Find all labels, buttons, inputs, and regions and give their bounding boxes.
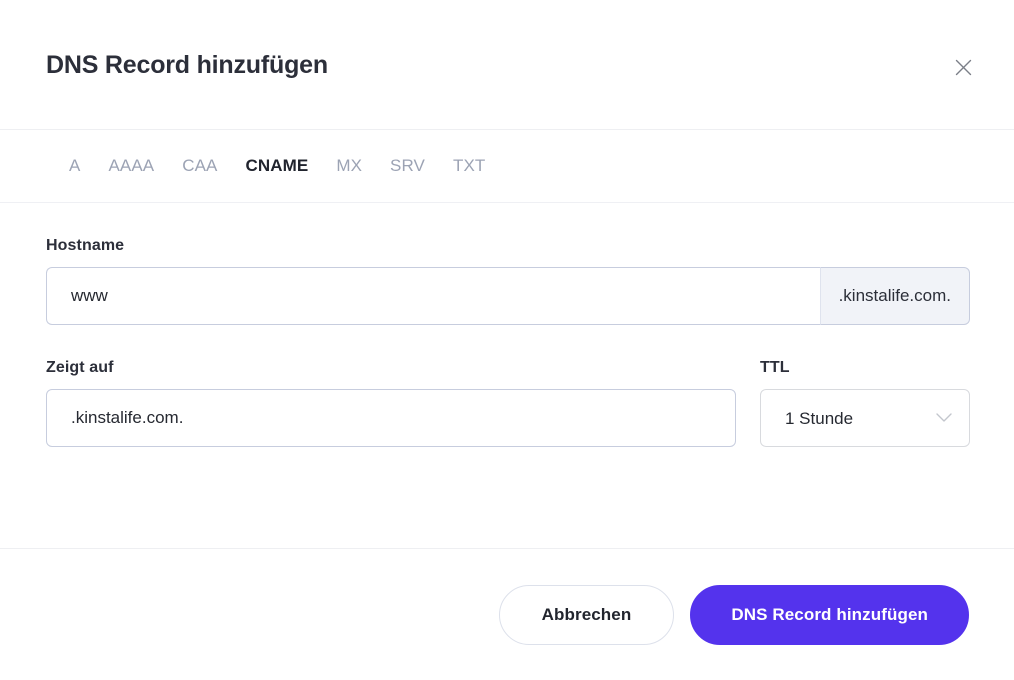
- tab-srv[interactable]: SRV: [376, 150, 439, 182]
- hostname-field-row: Hostname .kinstalife.com.: [46, 237, 968, 325]
- close-icon[interactable]: [948, 52, 978, 82]
- hostname-input[interactable]: [46, 267, 820, 325]
- ttl-label: TTL: [760, 359, 970, 377]
- hostname-input-group: .kinstalife.com.: [46, 267, 970, 325]
- tab-a[interactable]: A: [55, 150, 94, 182]
- dialog-footer: Abbrechen DNS Record hinzufügen: [0, 548, 1014, 680]
- dialog-header: DNS Record hinzufügen: [0, 0, 1014, 130]
- close-icon-glyph: [955, 59, 972, 76]
- page-title: DNS Record hinzufügen: [46, 50, 328, 80]
- dialog-body: Hostname .kinstalife.com. Zeigt auf TTL …: [0, 203, 1014, 548]
- tab-txt[interactable]: TXT: [439, 150, 499, 182]
- add-dns-record-dialog: DNS Record hinzufügen A AAAA CAA CNAME M…: [0, 0, 1014, 680]
- record-type-tabs: A AAAA CAA CNAME MX SRV TXT: [0, 130, 1014, 203]
- ttl-field: TTL 1 Stunde: [760, 359, 970, 447]
- tab-aaaa[interactable]: AAAA: [94, 150, 168, 182]
- tab-caa[interactable]: CAA: [168, 150, 231, 182]
- add-dns-record-button[interactable]: DNS Record hinzufügen: [690, 585, 969, 645]
- points-ttl-row: Zeigt auf TTL 1 Stunde: [46, 359, 968, 447]
- tab-cname[interactable]: CNAME: [231, 150, 322, 182]
- hostname-domain-suffix: .kinstalife.com.: [820, 267, 970, 325]
- points-to-field: Zeigt auf: [46, 359, 736, 447]
- points-to-label: Zeigt auf: [46, 359, 736, 377]
- tab-mx[interactable]: MX: [322, 150, 376, 182]
- points-to-input[interactable]: [46, 389, 736, 447]
- hostname-label: Hostname: [46, 237, 968, 255]
- ttl-select-wrap: 1 Stunde: [760, 389, 970, 447]
- cancel-button[interactable]: Abbrechen: [499, 585, 675, 645]
- ttl-select[interactable]: 1 Stunde: [760, 389, 970, 447]
